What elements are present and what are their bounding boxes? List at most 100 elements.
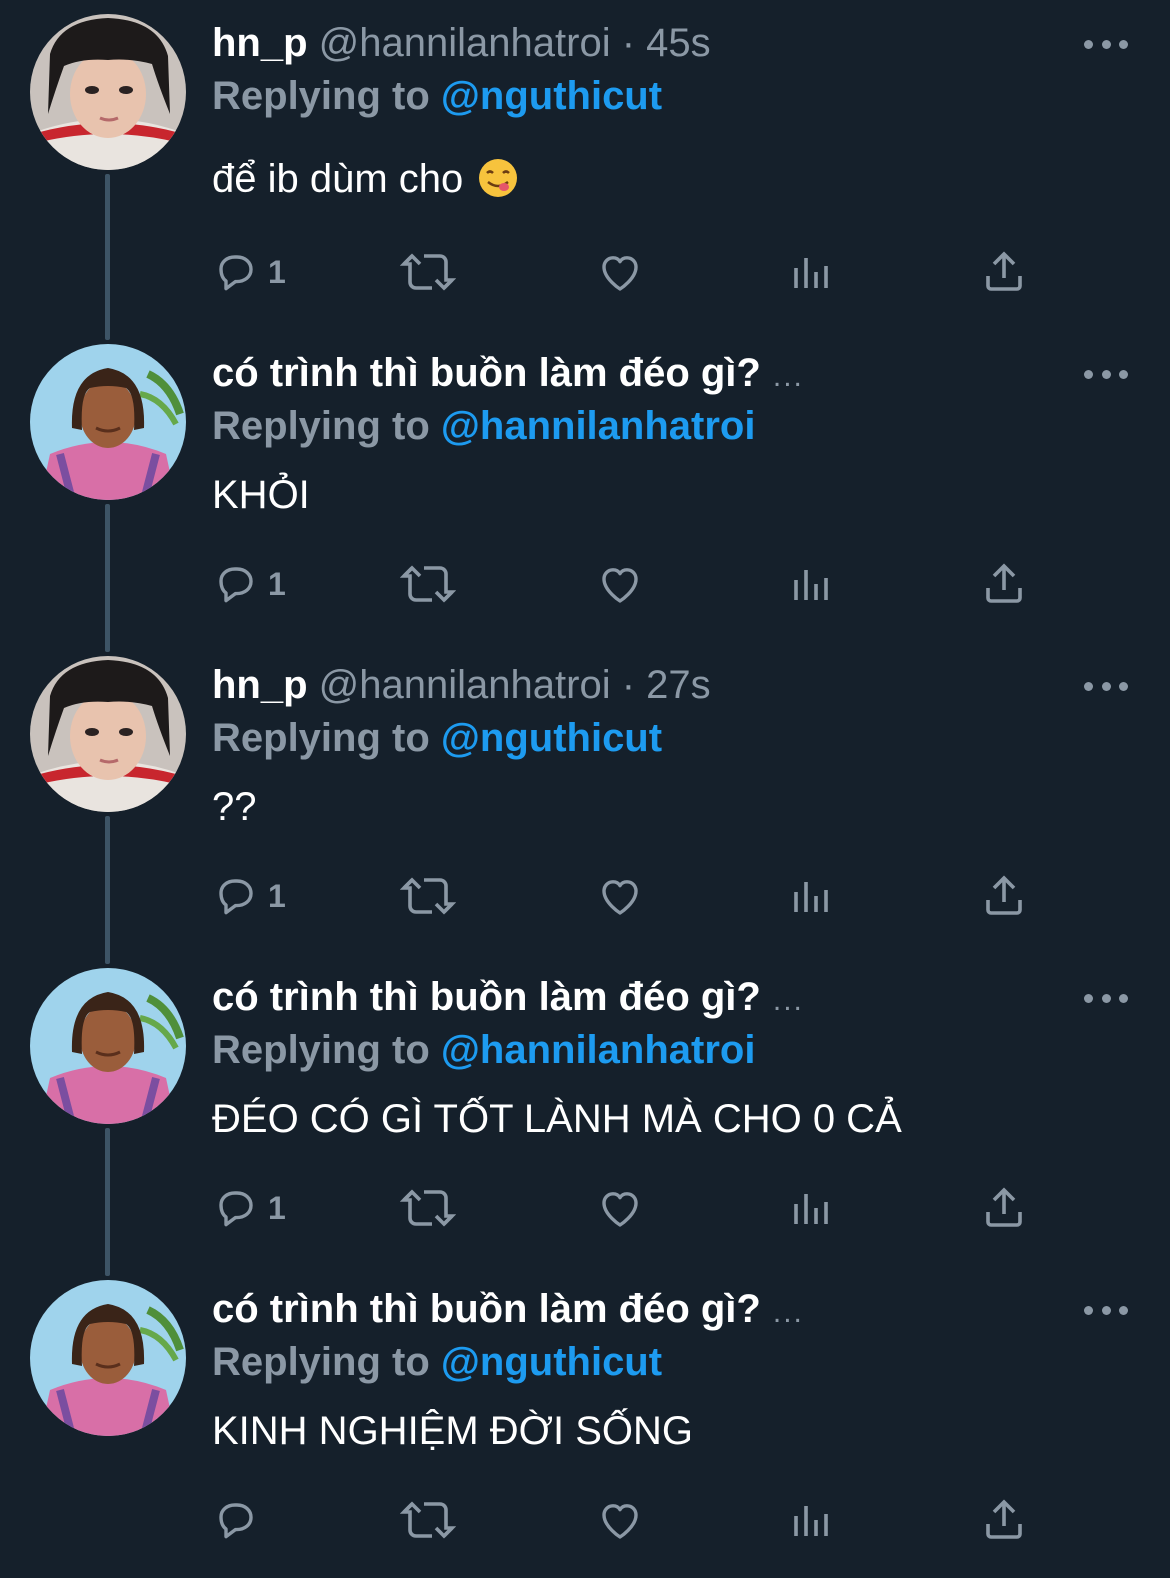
reply-count: 1 — [268, 565, 286, 602]
retweet-button[interactable] — [400, 1492, 456, 1548]
mention-link[interactable]: @hannilanhatroi — [441, 404, 756, 448]
replying-to-label: Replying to — [212, 716, 441, 760]
more-icon[interactable] — [1084, 666, 1128, 706]
analytics-icon — [794, 1506, 828, 1536]
more-icon[interactable] — [1084, 978, 1128, 1018]
separator-dot: · — [621, 21, 636, 65]
heart-icon — [602, 256, 638, 291]
more-icon[interactable] — [1084, 24, 1128, 64]
display-name[interactable]: có trình thì buồn làm đéo gì? — [212, 975, 761, 1019]
analytics-button[interactable] — [788, 1492, 836, 1548]
tweet-text-content: ?? — [212, 785, 257, 829]
man-wig-avatar-image — [30, 968, 186, 1124]
tweet[interactable]: có trình thì buồn làm đéo gì?... Replyin… — [0, 1266, 1170, 1578]
reply-button[interactable]: 1 — [212, 244, 286, 300]
heart-icon — [602, 1192, 638, 1227]
heart-icon — [602, 568, 638, 603]
share-icon — [986, 1187, 1022, 1227]
analytics-button[interactable] — [788, 244, 836, 300]
share-button[interactable] — [980, 868, 1028, 924]
analytics-icon — [794, 258, 828, 288]
tweet-actions: 1 — [212, 244, 1042, 300]
share-button[interactable] — [980, 556, 1028, 612]
reply-button[interactable]: 1 — [212, 868, 286, 924]
replying-to: Replying to @nguthicut — [212, 1338, 662, 1386]
timestamp[interactable]: 45s — [646, 21, 711, 65]
reply-icon — [219, 1503, 253, 1539]
analytics-button[interactable] — [788, 556, 836, 612]
separator-dot: · — [621, 663, 636, 707]
replying-to-label: Replying to — [212, 404, 441, 448]
analytics-button[interactable] — [788, 868, 836, 924]
retweet-button[interactable] — [400, 868, 456, 924]
analytics-icon — [794, 882, 828, 912]
tweet-text-content: để ib dùm cho — [212, 157, 464, 201]
more-icon[interactable] — [1084, 354, 1128, 394]
like-button[interactable] — [596, 1180, 644, 1236]
share-button[interactable] — [980, 244, 1028, 300]
share-icon — [986, 1499, 1022, 1539]
reply-icon — [219, 1191, 253, 1227]
name-truncation: ... — [772, 360, 804, 393]
avatar[interactable] — [30, 14, 186, 170]
reply-icon — [219, 879, 253, 915]
retweet-button[interactable] — [400, 244, 456, 300]
display-name[interactable]: hn_p — [212, 21, 308, 65]
avatar[interactable] — [30, 656, 186, 812]
share-icon — [986, 875, 1022, 915]
retweet-button[interactable] — [400, 1180, 456, 1236]
reply-button[interactable] — [212, 1492, 268, 1548]
avatar[interactable] — [30, 968, 186, 1124]
mention-link[interactable]: @nguthicut — [441, 716, 662, 760]
display-name[interactable]: có trình thì buồn làm đéo gì? — [212, 351, 761, 395]
reply-button[interactable]: 1 — [212, 1180, 286, 1236]
like-button[interactable] — [596, 868, 644, 924]
user-handle[interactable]: @hannilanhatroi — [319, 663, 611, 707]
tweet-actions — [212, 1492, 1042, 1548]
like-button[interactable] — [596, 556, 644, 612]
tweet[interactable]: có trình thì buồn làm đéo gì?... Replyin… — [0, 954, 1170, 1266]
tweet-header: có trình thì buồn làm đéo gì?... — [212, 348, 804, 398]
tweet-text: để ib dùm cho — [212, 154, 518, 204]
mention-link[interactable]: @nguthicut — [441, 74, 662, 118]
tweet-header: hn_p @hannilanhatroi · 45s — [212, 18, 711, 68]
like-button[interactable] — [596, 244, 644, 300]
tweet[interactable]: có trình thì buồn làm đéo gì?... Replyin… — [0, 330, 1170, 642]
reply-icon — [219, 567, 253, 603]
mention-link[interactable]: @nguthicut — [441, 1340, 662, 1384]
share-icon — [986, 251, 1022, 291]
user-handle[interactable]: @hannilanhatroi — [319, 21, 611, 65]
tweet-actions: 1 — [212, 556, 1042, 612]
tweet-text: ĐÉO CÓ GÌ TỐT LÀNH MÀ CHO 0 CẢ — [212, 1094, 902, 1144]
reply-button[interactable]: 1 — [212, 556, 286, 612]
tweet[interactable]: hn_p @hannilanhatroi · 27s Replying to @… — [0, 642, 1170, 954]
yum-emoji-icon — [479, 159, 518, 197]
replying-to: Replying to @nguthicut — [212, 714, 662, 762]
girl-avatar-image — [30, 14, 186, 170]
replying-to: Replying to @hannilanhatroi — [212, 402, 755, 450]
more-icon[interactable] — [1084, 1290, 1128, 1330]
avatar[interactable] — [30, 344, 186, 500]
retweet-icon — [400, 253, 456, 291]
share-button[interactable] — [980, 1180, 1028, 1236]
display-name[interactable]: có trình thì buồn làm đéo gì? — [212, 1287, 761, 1331]
tweet-text: KHỎI — [212, 470, 310, 520]
replying-to-label: Replying to — [212, 1340, 441, 1384]
share-button[interactable] — [980, 1492, 1028, 1548]
reply-icon — [219, 255, 253, 291]
like-button[interactable] — [596, 1492, 644, 1548]
timestamp[interactable]: 27s — [646, 663, 711, 707]
tweet[interactable]: hn_p @hannilanhatroi · 45s Replying to @… — [0, 0, 1170, 312]
retweet-button[interactable] — [400, 556, 456, 612]
reply-count: 1 — [268, 877, 286, 914]
display-name[interactable]: hn_p — [212, 663, 308, 707]
analytics-icon — [794, 570, 828, 600]
heart-icon — [602, 1504, 638, 1539]
retweet-icon — [400, 877, 456, 915]
mention-link[interactable]: @hannilanhatroi — [441, 1028, 756, 1072]
share-icon — [986, 563, 1022, 603]
tweet-actions: 1 — [212, 868, 1042, 924]
tweet-text-content: ĐÉO CÓ GÌ TỐT LÀNH MÀ CHO 0 CẢ — [212, 1097, 902, 1141]
analytics-button[interactable] — [788, 1180, 836, 1236]
avatar[interactable] — [30, 1280, 186, 1436]
